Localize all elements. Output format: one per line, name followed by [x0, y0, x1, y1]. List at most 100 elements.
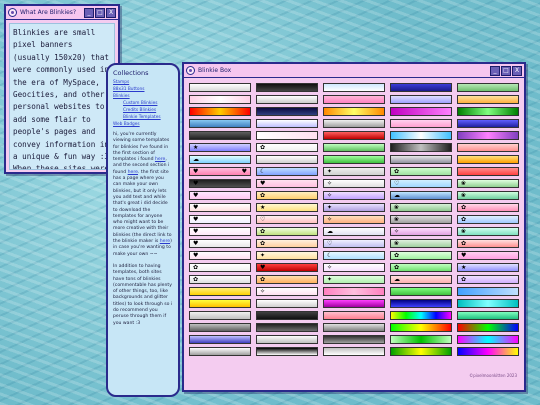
blinkie-template[interactable]: ✿: [189, 263, 251, 272]
blinkie-template[interactable]: [256, 119, 318, 128]
blinkie-template[interactable]: ❀: [457, 227, 519, 236]
blinkie-template[interactable]: ✧: [390, 227, 452, 236]
blinkie-template[interactable]: [457, 95, 519, 104]
blinkie-template[interactable]: ☁: [390, 275, 452, 284]
blinkie-template[interactable]: [189, 323, 251, 332]
blinkie-template[interactable]: ✿: [390, 167, 452, 176]
blinkie-template[interactable]: [323, 299, 385, 308]
blinkie-template[interactable]: [323, 155, 385, 164]
blinkie-template[interactable]: ♥: [189, 251, 251, 260]
blinkie-template[interactable]: ✿: [457, 203, 519, 212]
here-link-3[interactable]: here: [160, 239, 170, 244]
what-are-blinkies-titlebar[interactable]: What Are Blinkies? _ □ X: [6, 6, 118, 20]
blinkie-template[interactable]: ☁: [189, 155, 251, 164]
blinkie-template[interactable]: ✿: [457, 215, 519, 224]
blinkie-template[interactable]: ✦: [323, 167, 385, 176]
blinkie-template[interactable]: ♥: [256, 179, 318, 188]
blinkie-template[interactable]: ☁: [323, 227, 385, 236]
blinkie-template[interactable]: [390, 335, 452, 344]
blinkie-template[interactable]: [457, 347, 519, 356]
blinkie-template[interactable]: [189, 95, 251, 104]
blinkie-template[interactable]: [189, 299, 251, 308]
blinkie-template[interactable]: ❀: [457, 179, 519, 188]
blinkie-template[interactable]: ✿: [256, 143, 318, 152]
blinkie-template[interactable]: ♥: [189, 227, 251, 236]
blinkie-template[interactable]: [390, 143, 452, 152]
collection-link[interactable]: Custom Blinkies: [113, 100, 173, 107]
blinkie-template[interactable]: ✿: [256, 239, 318, 248]
collection-link[interactable]: Stamps: [113, 79, 173, 86]
minimize-button[interactable]: _: [490, 65, 500, 76]
blinkie-template[interactable]: [256, 83, 318, 92]
blinkie-template[interactable]: ✧: [323, 215, 385, 224]
collection-link[interactable]: 88x31 Buttons: [113, 86, 173, 93]
blinkie-template[interactable]: ✿: [457, 239, 519, 248]
blinkie-template[interactable]: ♥: [256, 263, 318, 272]
blinkie-template[interactable]: [189, 83, 251, 92]
blinkie-template[interactable]: [323, 347, 385, 356]
blinkie-template[interactable]: [457, 83, 519, 92]
blinkie-template[interactable]: [323, 311, 385, 320]
blinkie-template[interactable]: ✧: [323, 191, 385, 200]
blinkie-template[interactable]: [256, 323, 318, 332]
blinkie-template[interactable]: [256, 95, 318, 104]
blinkie-template[interactable]: [323, 323, 385, 332]
blinkie-template[interactable]: ★: [457, 263, 519, 272]
blinkie-template[interactable]: ✧: [323, 263, 385, 272]
blinkie-template[interactable]: [457, 131, 519, 140]
blinkie-template[interactable]: ♡: [390, 179, 452, 188]
blinkie-template[interactable]: ♥: [457, 251, 519, 260]
blinkie-template[interactable]: [323, 95, 385, 104]
blinkie-template[interactable]: [390, 131, 452, 140]
maximize-button[interactable]: □: [501, 65, 511, 76]
here-link-2[interactable]: here: [128, 170, 138, 175]
blinkie-template[interactable]: [323, 83, 385, 92]
blinkie-template[interactable]: ★: [256, 203, 318, 212]
blinkie-template[interactable]: ✿: [256, 227, 318, 236]
blinkie-template[interactable]: [189, 335, 251, 344]
here-link-1[interactable]: here: [155, 157, 165, 162]
minimize-button[interactable]: _: [84, 7, 94, 18]
blinkie-template[interactable]: ♥: [189, 179, 251, 188]
blinkie-template[interactable]: ☾: [256, 167, 318, 176]
blinkie-template[interactable]: [189, 347, 251, 356]
blinkie-template[interactable]: [323, 143, 385, 152]
blinkie-template[interactable]: [390, 299, 452, 308]
blinkie-template[interactable]: ✦: [323, 203, 385, 212]
blinkie-template[interactable]: [323, 131, 385, 140]
blinkie-template[interactable]: ✧: [323, 179, 385, 188]
blinkie-template[interactable]: [390, 155, 452, 164]
blinkie-template[interactable]: [323, 107, 385, 116]
blinkie-template[interactable]: ♥: [189, 239, 251, 248]
collection-link[interactable]: Credits Blinkies: [113, 107, 173, 114]
blinkie-template[interactable]: ✦: [256, 251, 318, 260]
blinkie-template[interactable]: [390, 95, 452, 104]
blinkie-template[interactable]: [457, 299, 519, 308]
collection-link[interactable]: Blinkie Templates: [113, 114, 173, 121]
blinkie-template[interactable]: [457, 143, 519, 152]
blinkie-template[interactable]: [189, 287, 251, 296]
blinkie-template[interactable]: ♡: [323, 239, 385, 248]
blinkie-template[interactable]: [390, 347, 452, 356]
blinkie-template[interactable]: [390, 107, 452, 116]
close-button[interactable]: X: [512, 65, 522, 76]
blinkie-template[interactable]: ❀: [390, 239, 452, 248]
blinkie-template[interactable]: [457, 119, 519, 128]
close-button[interactable]: X: [106, 7, 116, 18]
blinkie-template[interactable]: [457, 167, 519, 176]
blinkie-template[interactable]: ❀: [390, 203, 452, 212]
blinkie-template[interactable]: ♥: [189, 191, 251, 200]
blinkie-template[interactable]: [323, 287, 385, 296]
blinkie-template[interactable]: [323, 335, 385, 344]
blinkie-template[interactable]: ☁: [390, 191, 452, 200]
blinkie-template[interactable]: [323, 119, 385, 128]
blinkie-template[interactable]: ❀: [457, 191, 519, 200]
blinkie-template[interactable]: [390, 311, 452, 320]
blinkie-template[interactable]: ♥ ♥: [189, 167, 251, 176]
blinkie-template[interactable]: [189, 107, 251, 116]
blinkie-template[interactable]: [256, 335, 318, 344]
blinkie-box-titlebar[interactable]: Blinkie Box _ □ X: [184, 64, 524, 78]
blinkie-template[interactable]: ☾: [323, 251, 385, 260]
blinkie-template[interactable]: ✿: [256, 191, 318, 200]
blinkie-template[interactable]: ♥: [189, 203, 251, 212]
